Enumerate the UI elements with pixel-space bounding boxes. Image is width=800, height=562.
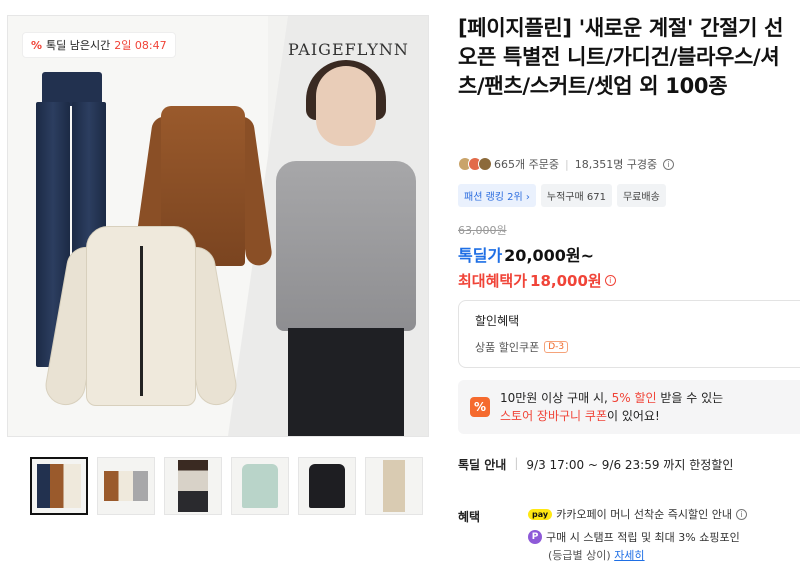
product-title: [페이지플린] '새로운 계절' 간절기 선 오픈 특별전 니트/가디건/블라우… bbox=[458, 16, 784, 98]
deal-price: 20,000원~ bbox=[504, 246, 595, 265]
coupon-label: 상품 할인쿠폰 bbox=[475, 341, 540, 354]
discount-box: 할인혜택 상품 할인쿠폰 D-3 bbox=[458, 300, 800, 368]
kakaopay-benefit[interactable]: pay 카카오페이 머니 선착순 즉시할인 안내 i bbox=[528, 506, 747, 522]
kakaopay-icon: pay bbox=[528, 508, 553, 520]
brand-logo: PAIGEFLYNN bbox=[288, 40, 409, 59]
point-icon: P bbox=[528, 530, 542, 544]
purchase-count-tag: 누적구매 671 bbox=[540, 184, 612, 207]
order-count: 665개 주문중 bbox=[494, 158, 559, 171]
deal-price-label: 톡딜가 bbox=[458, 246, 503, 265]
ranking-tag[interactable]: 패션 랭킹 2위 › bbox=[458, 184, 536, 207]
thumb-2[interactable] bbox=[97, 457, 155, 515]
thumbnail-strip bbox=[30, 457, 423, 515]
thumb-5[interactable] bbox=[298, 457, 356, 515]
product-tags: 패션 랭킹 2위 › 누적구매 671 무료배송 bbox=[458, 184, 666, 207]
benefits-label: 혜택 bbox=[458, 510, 481, 524]
stamp-grade-note: (등급별 상이) 자세히 bbox=[548, 549, 645, 562]
thumb-6[interactable] bbox=[365, 457, 423, 515]
kakaopay-text: 카카오페이 머니 선착순 즉시할인 안내 bbox=[556, 508, 732, 521]
original-price: 63,000원 bbox=[458, 224, 507, 237]
stamp-text: 구매 시 스탬프 적립 및 최대 3% 쇼핑포인 bbox=[546, 531, 740, 544]
timer-label: 톡딜 남은시간 bbox=[46, 39, 111, 52]
max-benefit-price: 18,000원 bbox=[530, 272, 602, 290]
deal-info-text: 9/3 17:00 ~ 9/6 23:59 까지 한정할인 bbox=[526, 458, 734, 472]
deal-info-row: 톡딜 안내 | 9/3 17:00 ~ 9/6 23:59 까지 한정할인 bbox=[458, 456, 733, 473]
thumb-1[interactable] bbox=[30, 457, 88, 515]
free-shipping-tag: 무료배송 bbox=[616, 184, 666, 207]
stamp-benefit: P 구매 시 스탬프 적립 및 최대 3% 쇼핑포인 bbox=[528, 529, 740, 545]
model-illustration bbox=[266, 60, 426, 436]
thumb-3[interactable] bbox=[164, 457, 222, 515]
cart-coupon-promo[interactable]: % 10만원 이상 구매 시, 5% 할인 받을 수 있는 스토어 장바구니 쿠… bbox=[458, 380, 800, 434]
timer-value: 2일 08:47 bbox=[114, 39, 167, 52]
product-stats: 665개 주문중 | 18,351명 구경중 i bbox=[458, 156, 675, 172]
detail-link[interactable]: 자세히 bbox=[614, 549, 644, 562]
thumb-4[interactable] bbox=[231, 457, 289, 515]
info-icon[interactable]: i bbox=[663, 158, 675, 170]
divider: | bbox=[514, 456, 519, 470]
percent-icon: % bbox=[31, 38, 43, 52]
deal-price-row: 톡딜가 20,000원~ bbox=[458, 242, 594, 266]
main-product-image[interactable]: % 톡딜 남은시간 2일 08:47 PAIGEFLYNN bbox=[7, 15, 429, 437]
max-benefit-label: 최대혜택가 bbox=[458, 272, 528, 290]
jacket-illustration bbox=[42, 216, 240, 416]
promo-text: 10만원 이상 구매 시, 5% 할인 받을 수 있는 스토어 장바구니 쿠폰이… bbox=[500, 391, 724, 423]
info-icon[interactable]: i bbox=[736, 508, 747, 520]
coupon-icon: % bbox=[470, 397, 490, 417]
discount-header: 할인혜택 bbox=[475, 314, 520, 328]
max-benefit-row: 최대혜택가 18,000원 i bbox=[458, 270, 616, 291]
buyer-avatars-icon bbox=[458, 157, 492, 171]
deal-info-label: 톡딜 안내 bbox=[458, 458, 507, 472]
deal-timer-badge: % 톡딜 남은시간 2일 08:47 bbox=[22, 32, 176, 58]
max-benefit-info-icon[interactable]: i bbox=[604, 275, 616, 286]
coupon-deadline-chip: D-3 bbox=[544, 341, 569, 353]
viewer-count: 18,351명 구경중 bbox=[574, 158, 658, 171]
divider: | bbox=[564, 157, 569, 171]
coupon-row: 상품 할인쿠폰 D-3 bbox=[475, 339, 791, 355]
